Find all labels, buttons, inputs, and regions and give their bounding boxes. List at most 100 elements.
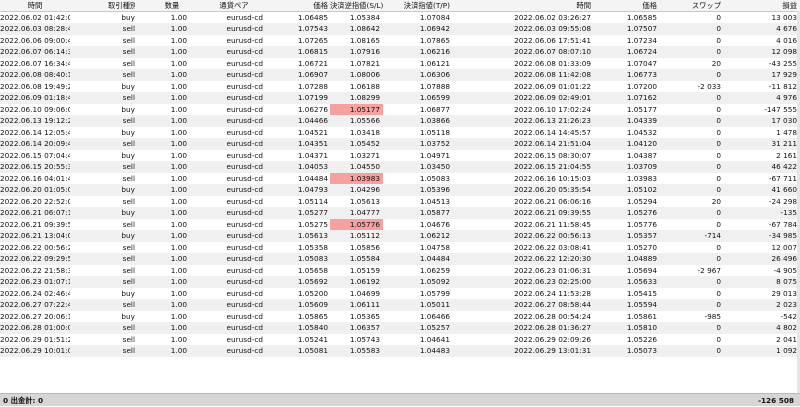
profit-cell: 26 496 bbox=[771, 254, 797, 263]
table-row[interactable]: 2022.06.14 20:09:42 sell 1.00 eurusd-cd 1.04… bbox=[0, 138, 800, 150]
sl-cell: 1.05583 bbox=[349, 346, 380, 355]
table-row[interactable]: 2022.06.06 09:00:47 sell 1.00 eurusd-cd 1.07… bbox=[0, 35, 800, 47]
tp-cell: 1.03450 bbox=[419, 162, 450, 171]
profit-cell: 2 041 bbox=[776, 334, 797, 344]
symbol-cell: eurusd-cd bbox=[226, 219, 263, 229]
table-row[interactable]: 2022.06.08 19:49:21 buy 1.00 eurusd-cd 1.072… bbox=[0, 81, 800, 93]
open-time-cell: 2022.06.09 01:18:42 bbox=[0, 93, 70, 102]
header-open-time[interactable]: 時間 bbox=[0, 0, 70, 11]
open-price-cell: 1.06485 bbox=[297, 12, 328, 22]
table-row[interactable]: 2022.06.16 04:01:44 sell 1.00 eurusd-cd 1.04… bbox=[0, 172, 800, 184]
header-type[interactable]: 取引種別 bbox=[108, 0, 135, 11]
table-row[interactable]: 2022.06.08 08:40:15 sell 1.00 eurusd-cd 1.06… bbox=[0, 69, 800, 81]
table-row[interactable]: 2022.06.13 19:12:25 sell 1.00 eurusd-cd 1.04… bbox=[0, 115, 800, 127]
open-price-cell: 1.05241 bbox=[297, 334, 328, 344]
close-price-cell: 1.06585 bbox=[626, 12, 657, 22]
type-cell: sell bbox=[122, 70, 135, 79]
close-price-cell: 1.05415 bbox=[626, 288, 657, 298]
swap-cell: 0 bbox=[716, 242, 721, 252]
table-row[interactable]: 2022.06.15 20:55:32 sell 1.00 eurusd-cd 1.04… bbox=[0, 161, 800, 173]
header-profit[interactable]: 損益 bbox=[721, 0, 797, 11]
qty-cell: 1.00 bbox=[170, 219, 187, 229]
table-row[interactable]: 2022.06.10 09:06:01 buy 1.00 eurusd-cd 1.062… bbox=[0, 103, 800, 115]
open-time-cell: 2022.06.07 06:14:30 bbox=[0, 47, 70, 56]
qty-cell: 1.00 bbox=[170, 277, 187, 286]
sl-cell: 1.05112 bbox=[349, 231, 380, 240]
symbol-cell: eurusd-cd bbox=[226, 300, 263, 309]
open-price-cell: 1.05658 bbox=[297, 265, 328, 275]
summary-bar: 0 出金計: 0 -126 508 bbox=[0, 393, 800, 406]
open-time-cell: 2022.06.20 22:52:03 bbox=[0, 196, 70, 206]
table-row[interactable]: 2022.06.07 06:14:30 sell 1.00 eurusd-cd 1.06… bbox=[0, 46, 800, 58]
profit-cell: 1 478 bbox=[776, 127, 797, 137]
close-price-cell: 1.04339 bbox=[626, 116, 657, 125]
tp-cell: 1.07865 bbox=[419, 35, 450, 45]
symbol-cell: eurusd-cd bbox=[226, 208, 263, 217]
sl-cell: 1.05566 bbox=[349, 116, 380, 125]
header-tp[interactable]: 決済指値(T/P) bbox=[385, 0, 450, 11]
open-time-cell: 2022.06.29 01:51:20 bbox=[0, 334, 70, 344]
table-row[interactable]: 2022.06.02 01:42:02 buy 1.00 eurusd-cd 1.064… bbox=[0, 12, 800, 24]
tp-cell: 1.05396 bbox=[419, 185, 450, 194]
table-row[interactable]: 2022.06.20 01:05:02 buy 1.00 eurusd-cd 1.047… bbox=[0, 184, 800, 196]
table-row[interactable]: 2022.06.22 21:58:39 sell 1.00 eurusd-cd 1.05… bbox=[0, 265, 800, 277]
qty-cell: 1.00 bbox=[170, 47, 187, 56]
table-row[interactable]: 2022.06.24 02:46:47 buy 1.00 eurusd-cd 1.052… bbox=[0, 288, 800, 300]
type-cell: buy bbox=[121, 127, 135, 137]
header-close-time[interactable]: 時間 bbox=[450, 0, 591, 11]
tp-cell: 1.05257 bbox=[419, 323, 450, 332]
sl-cell: 1.03983 bbox=[330, 172, 383, 184]
header-swap[interactable]: スワップ bbox=[657, 0, 721, 11]
sl-cell: 1.04296 bbox=[349, 185, 380, 194]
header-close-price[interactable]: 価格 bbox=[591, 0, 657, 11]
table-row[interactable]: 2022.06.29 10:01:01 sell 1.00 eurusd-cd 1.05… bbox=[0, 345, 800, 357]
table-row[interactable]: 2022.06.14 12:05:48 buy 1.00 eurusd-cd 1.045… bbox=[0, 127, 800, 139]
close-price-cell: 1.05776 bbox=[626, 219, 657, 229]
table-row[interactable]: 2022.06.22 09:29:51 sell 1.00 eurusd-cd 1.05… bbox=[0, 253, 800, 265]
close-time-cell: 2022.06.20 05:35:54 bbox=[514, 185, 591, 194]
profit-cell: -43 255 bbox=[768, 58, 797, 68]
profit-cell: 4 976 bbox=[776, 93, 797, 102]
table-row[interactable]: 2022.06.27 07:22:44 sell 1.00 eurusd-cd 1.05… bbox=[0, 299, 800, 311]
close-price-cell: 1.05694 bbox=[626, 265, 657, 275]
table-row[interactable]: 2022.06.09 01:18:42 sell 1.00 eurusd-cd 1.07… bbox=[0, 92, 800, 104]
tp-cell: 1.06306 bbox=[419, 70, 450, 79]
tp-cell: 1.06942 bbox=[419, 24, 450, 33]
open-price-cell: 1.05609 bbox=[297, 300, 328, 309]
table-row[interactable]: 2022.06.29 01:51:20 sell 1.00 eurusd-cd 1.05… bbox=[0, 334, 800, 346]
qty-cell: 1.00 bbox=[170, 58, 187, 68]
table-row[interactable]: 2022.06.27 20:06:14 buy 1.00 eurusd-cd 1.058… bbox=[0, 311, 800, 323]
open-price-cell: 1.05275 bbox=[297, 219, 328, 229]
type-cell: sell bbox=[122, 219, 135, 229]
table-row[interactable]: 2022.06.21 09:39:56 sell 1.00 eurusd-cd 1.05… bbox=[0, 218, 800, 230]
open-price-cell: 1.04371 bbox=[297, 150, 328, 160]
table-row[interactable]: 2022.06.28 01:00:01 sell 1.00 eurusd-cd 1.05… bbox=[0, 322, 800, 334]
close-price-cell: 1.05177 bbox=[626, 104, 657, 114]
header-symbol[interactable]: 通貨ペア bbox=[205, 0, 263, 11]
tp-cell: 1.05799 bbox=[419, 288, 450, 298]
table-row[interactable]: 2022.06.20 22:52:03 sell 1.00 eurusd-cd 1.05… bbox=[0, 196, 800, 208]
close-price-cell: 1.04889 bbox=[626, 254, 657, 263]
swap-cell: 0 bbox=[716, 93, 721, 102]
qty-cell: 1.00 bbox=[170, 127, 187, 137]
open-time-cell: 2022.06.23 01:07:12 bbox=[0, 277, 70, 286]
table-row[interactable]: 2022.06.07 16:34:44 sell 1.00 eurusd-cd 1.06… bbox=[0, 58, 800, 70]
header-open-price[interactable]: 価格 bbox=[272, 0, 328, 11]
sl-cell: 1.05365 bbox=[349, 311, 380, 321]
table-row[interactable]: 2022.06.15 07:04:44 buy 1.00 eurusd-cd 1.043… bbox=[0, 150, 800, 162]
swap-cell: 0 bbox=[716, 127, 721, 137]
table-row[interactable]: 2022.06.21 13:04:03 buy 1.00 eurusd-cd 1.056… bbox=[0, 230, 800, 242]
header-qty[interactable]: 数量 bbox=[157, 0, 187, 11]
qty-cell: 1.00 bbox=[170, 311, 187, 321]
type-cell: sell bbox=[122, 323, 135, 332]
table-row[interactable]: 2022.06.22 00:56:20 sell 1.00 eurusd-cd 1.05… bbox=[0, 242, 800, 254]
table-row[interactable]: 2022.06.21 06:07:14 buy 1.00 eurusd-cd 1.052… bbox=[0, 207, 800, 219]
symbol-cell: eurusd-cd bbox=[226, 288, 263, 298]
table-row[interactable]: 2022.06.03 08:28:40 sell 1.00 eurusd-cd 1.07… bbox=[0, 23, 800, 35]
table-row[interactable]: 2022.06.23 01:07:12 sell 1.00 eurusd-cd 1.05… bbox=[0, 276, 800, 288]
sl-cell: 1.05743 bbox=[349, 334, 380, 344]
header-sl[interactable]: 決済逆指値(S/L) bbox=[330, 0, 383, 11]
swap-cell: 20 bbox=[711, 196, 721, 206]
close-time-cell: 2022.06.23 02:25:00 bbox=[514, 277, 591, 286]
tp-cell: 1.05118 bbox=[419, 127, 450, 137]
